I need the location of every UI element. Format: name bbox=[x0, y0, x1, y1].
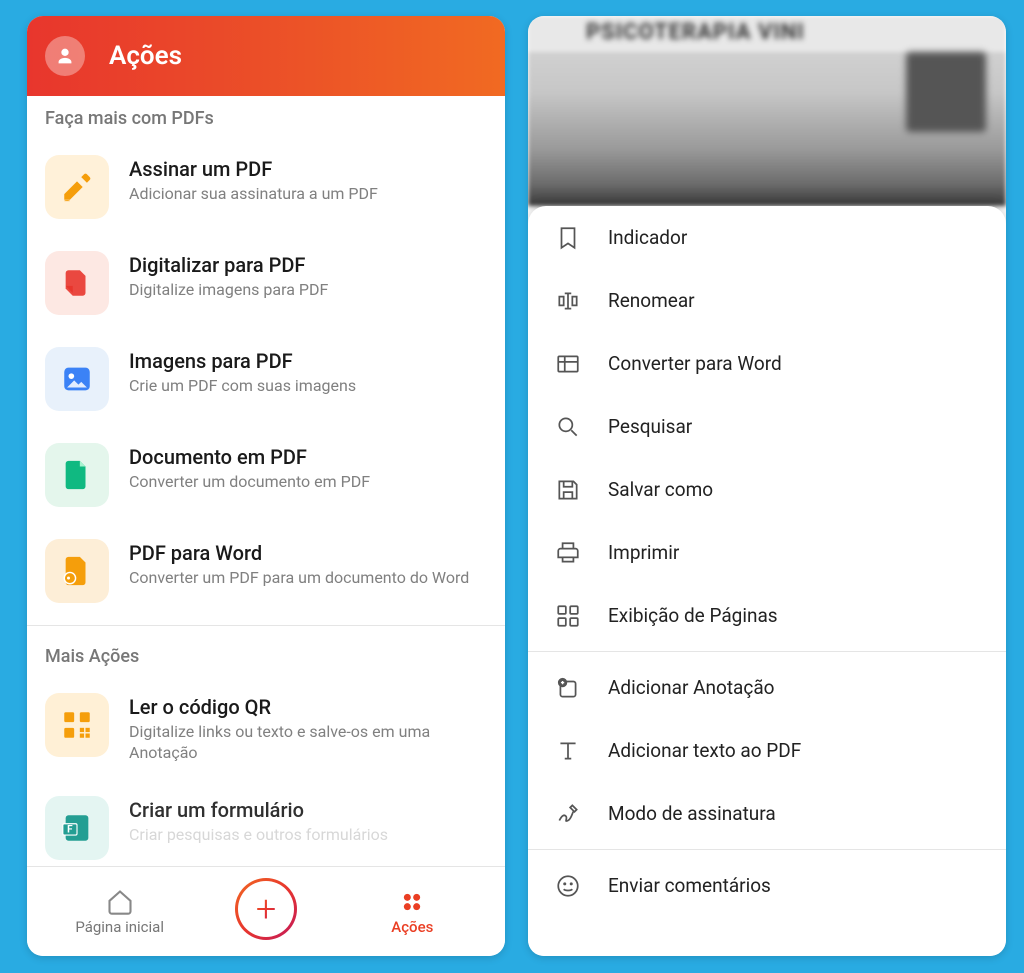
word-icon bbox=[554, 350, 582, 378]
action-subtitle: Converter um documento em PDF bbox=[129, 472, 487, 493]
action-title: Criar um formulário bbox=[129, 798, 487, 822]
bottom-nav: Página inicial + Ações bbox=[27, 866, 505, 956]
actions-scroll[interactable]: Faça mais com PDFs Assinar um PDF Adicio… bbox=[27, 96, 505, 866]
action-subtitle: Converter um PDF para um documento do Wo… bbox=[129, 568, 487, 589]
action-title: Digitalizar para PDF bbox=[129, 253, 487, 277]
grid-icon bbox=[554, 602, 582, 630]
menu-label: Indicador bbox=[608, 226, 687, 249]
qr-icon bbox=[45, 693, 109, 757]
menu-label: Modo de assinatura bbox=[608, 802, 776, 825]
action-title: Ler o código QR bbox=[129, 695, 487, 719]
menu-signature-mode[interactable]: Modo de assinatura bbox=[528, 782, 1006, 845]
action-title: PDF para Word bbox=[129, 541, 487, 565]
image-icon bbox=[45, 347, 109, 411]
grid-icon bbox=[398, 888, 426, 916]
action-subtitle: Digitalize links ou texto e salve-os em … bbox=[129, 722, 487, 764]
action-subtitle: Crie um PDF com suas imagens bbox=[129, 376, 487, 397]
action-qr[interactable]: Ler o código QR Digitalize links ou text… bbox=[27, 677, 505, 780]
menu-page-view[interactable]: Exibição de Páginas bbox=[528, 584, 1006, 647]
search-icon bbox=[554, 413, 582, 441]
menu-bookmark[interactable]: Indicador bbox=[528, 206, 1006, 269]
menu-rename[interactable]: Renomear bbox=[528, 269, 1006, 332]
divider bbox=[27, 625, 505, 626]
nav-actions[interactable]: Ações bbox=[342, 888, 482, 936]
action-images-pdf[interactable]: Imagens para PDF Crie um PDF com suas im… bbox=[27, 331, 505, 427]
section-label-pdfs: Faça mais com PDFs bbox=[27, 96, 505, 139]
signature-icon bbox=[554, 800, 582, 828]
text-icon bbox=[554, 737, 582, 765]
note-add-icon bbox=[554, 674, 582, 702]
phone-menu-sheet: PSICOTERAPIA VINI Indicador Renomear Con… bbox=[528, 16, 1006, 956]
action-title: Imagens para PDF bbox=[129, 349, 487, 373]
menu-label: Salvar como bbox=[608, 478, 713, 501]
save-icon bbox=[554, 476, 582, 504]
blurred-title: PSICOTERAPIA VINI bbox=[586, 20, 805, 45]
smile-icon bbox=[554, 872, 582, 900]
bookmark-icon bbox=[554, 224, 582, 252]
convert-icon bbox=[45, 539, 109, 603]
menu-search[interactable]: Pesquisar bbox=[528, 395, 1006, 458]
plus-icon: + bbox=[256, 891, 276, 927]
menu-feedback[interactable]: Enviar comentários bbox=[528, 854, 1006, 917]
svg-text:F: F bbox=[67, 824, 73, 835]
profile-icon[interactable] bbox=[45, 36, 85, 76]
document-icon bbox=[45, 443, 109, 507]
home-icon bbox=[106, 888, 134, 916]
scan-icon bbox=[45, 251, 109, 315]
section-label-more: Mais Ações bbox=[27, 634, 505, 677]
menu-label: Adicionar texto ao PDF bbox=[608, 739, 801, 762]
menu-add-text[interactable]: Adicionar texto ao PDF bbox=[528, 719, 1006, 782]
fab-add[interactable]: + bbox=[235, 878, 297, 940]
menu-print[interactable]: Imprimir bbox=[528, 521, 1006, 584]
menu-label: Imprimir bbox=[608, 541, 679, 564]
menu-label: Converter para Word bbox=[608, 352, 782, 375]
action-doc-pdf[interactable]: Documento em PDF Converter um documento … bbox=[27, 427, 505, 523]
nav-label: Ações bbox=[391, 918, 433, 936]
bottom-sheet: Indicador Renomear Converter para Word P… bbox=[528, 206, 1006, 956]
menu-convert-word[interactable]: Converter para Word bbox=[528, 332, 1006, 395]
app-header: Ações bbox=[27, 16, 505, 96]
action-subtitle: Digitalize imagens para PDF bbox=[129, 280, 487, 301]
action-sign-pdf[interactable]: Assinar um PDF Adicionar sua assinatura … bbox=[27, 139, 505, 235]
action-scan-pdf[interactable]: Digitalizar para PDF Digitalize imagens … bbox=[27, 235, 505, 331]
action-subtitle: Criar pesquisas e outros formulários bbox=[129, 825, 487, 846]
menu-add-note[interactable]: Adicionar Anotação bbox=[528, 656, 1006, 719]
action-title: Documento em PDF bbox=[129, 445, 487, 469]
menu-divider bbox=[528, 651, 1006, 652]
app-title: Ações bbox=[109, 41, 182, 71]
action-title: Assinar um PDF bbox=[129, 157, 487, 181]
menu-label: Pesquisar bbox=[608, 415, 692, 438]
menu-divider bbox=[528, 849, 1006, 850]
action-pdf-word[interactable]: PDF para Word Converter um PDF para um d… bbox=[27, 523, 505, 619]
nav-home[interactable]: Página inicial bbox=[50, 888, 190, 936]
phone-actions-screen: Ações Faça mais com PDFs Assinar um PDF … bbox=[27, 16, 505, 956]
rename-icon bbox=[554, 287, 582, 315]
menu-label: Adicionar Anotação bbox=[608, 676, 775, 699]
menu-label: Enviar comentários bbox=[608, 874, 771, 897]
print-icon bbox=[554, 539, 582, 567]
menu-label: Exibição de Páginas bbox=[608, 604, 778, 627]
action-subtitle: Adicionar sua assinatura a um PDF bbox=[129, 184, 487, 205]
nav-label: Página inicial bbox=[75, 918, 164, 936]
form-icon: F bbox=[45, 796, 109, 860]
menu-label: Renomear bbox=[608, 289, 695, 312]
menu-save-as[interactable]: Salvar como bbox=[528, 458, 1006, 521]
action-form[interactable]: F Criar um formulário Criar pesquisas e … bbox=[27, 780, 505, 866]
pen-icon bbox=[45, 155, 109, 219]
